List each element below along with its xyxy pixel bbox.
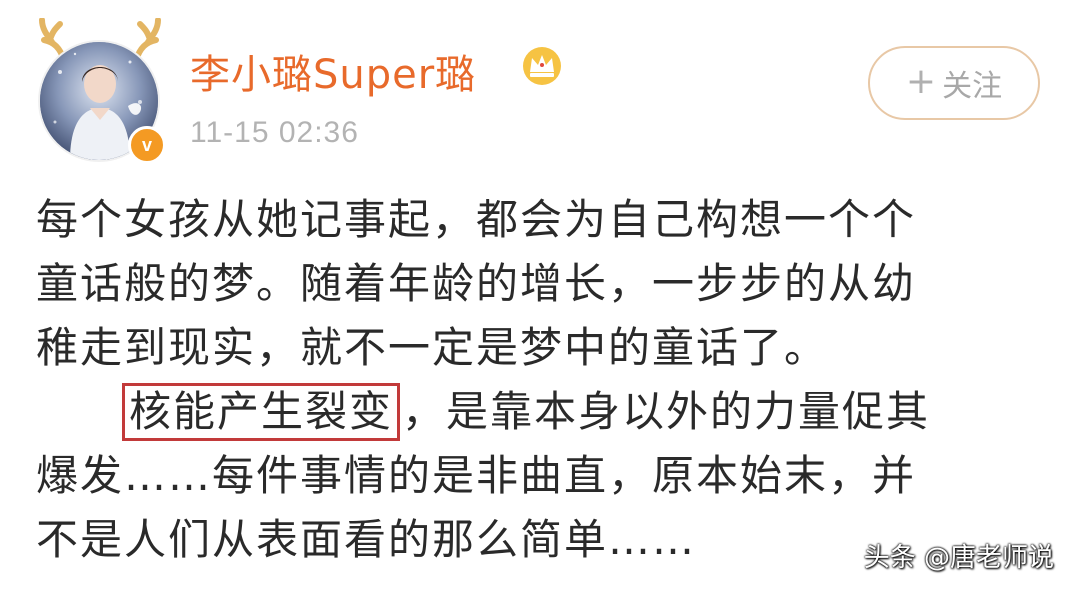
highlighted-phrase: 核能产生裂变 (122, 383, 401, 441)
follow-button-label: 关注 (942, 69, 1003, 104)
watermark: 头条 @唐老师说 (828, 530, 1066, 580)
follow-button[interactable]: + 关注 (868, 46, 1040, 120)
weibo-post-card: v 李小璐Super璐 11-15 02:36 + 关注 每个女孩从她记事起，都… (0, 0, 1077, 591)
post-line: 核能产生裂变 ，是靠本身以外的力量促其 (36, 380, 1046, 444)
avatar-wrapper[interactable]: v (30, 18, 170, 168)
post-line: 每个女孩从她记事起，都会为自己构想一个个 (36, 195, 917, 244)
post-body: 每个女孩从她记事起，都会为自己构想一个个 童话般的梦。随着年龄的增长，一步步的从… (36, 188, 1046, 572)
username[interactable]: 李小璐Super璐 (190, 42, 476, 100)
plus-icon: + (905, 60, 937, 102)
verified-badge-icon: v (128, 126, 166, 164)
crown-icon (523, 47, 561, 85)
post-line-segment: ，是靠本身以外的力量促其 (402, 387, 931, 436)
post-timestamp: 11-15 02:36 (190, 116, 359, 149)
post-line: 童话般的梦。随着年龄的增长，一步步的从幼 (36, 259, 917, 308)
post-line: 爆发……每件事情的是非曲直，原本始末，并 (36, 451, 917, 500)
post-line: 稚走到现实，就不一定是梦中的童话了。 (36, 323, 829, 372)
